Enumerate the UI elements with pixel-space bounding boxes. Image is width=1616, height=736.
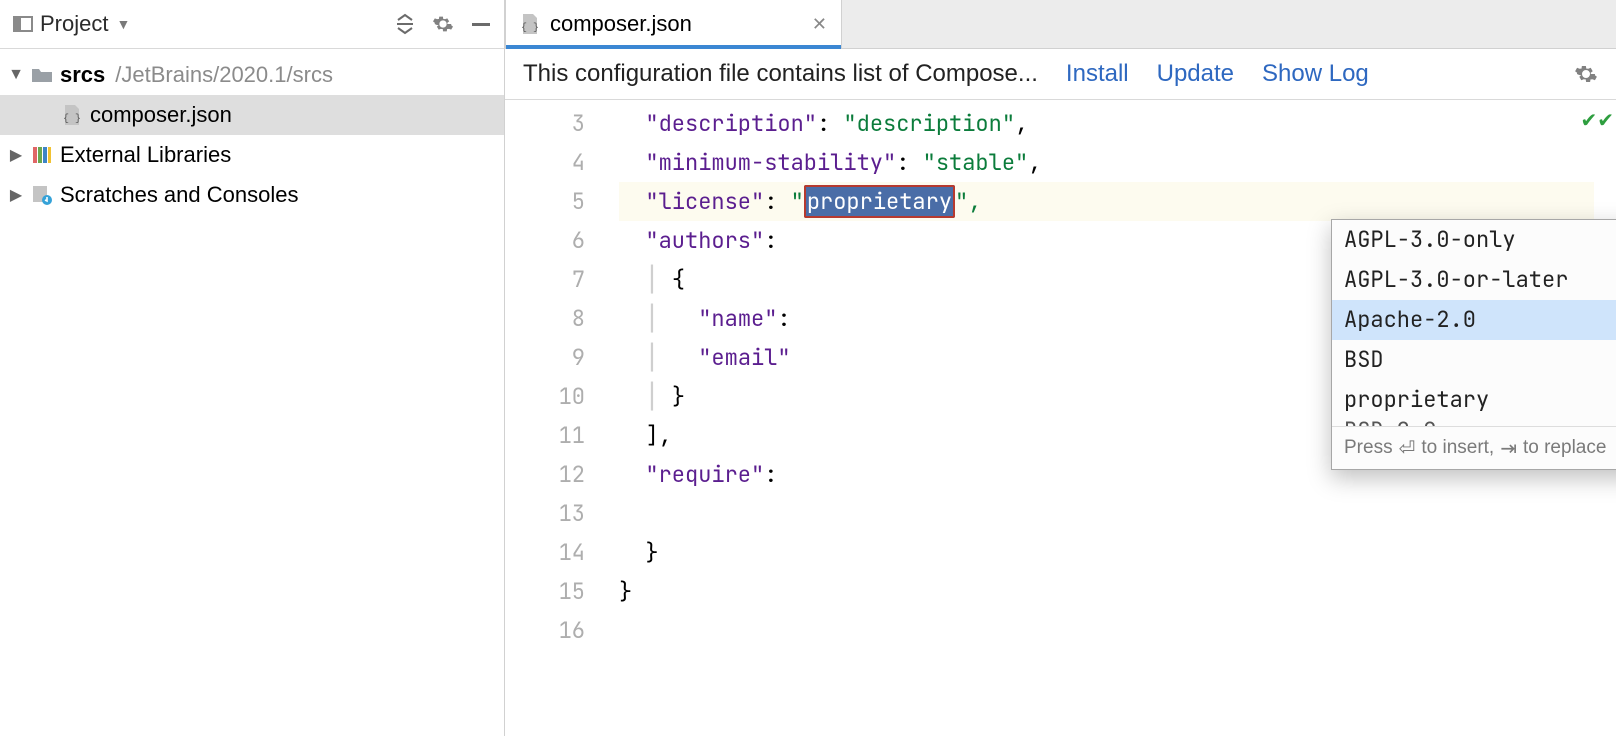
expander-closed-icon[interactable]: ▶ <box>8 185 24 205</box>
line-number[interactable]: 6 <box>505 221 619 260</box>
libraries-icon <box>30 145 54 165</box>
project-dropdown[interactable]: Project ▼ <box>40 11 130 37</box>
tree-node-composer[interactable]: { } composer.json <box>0 95 504 135</box>
line-number[interactable]: 11 <box>505 416 619 455</box>
tree-node-scratches[interactable]: ▶ Scratches and Consoles <box>0 175 504 215</box>
inspection-ok-icon[interactable]: ✔✔ <box>1580 108 1614 133</box>
tab-key-icon: ⇥ <box>1500 436 1517 461</box>
expander-open-icon[interactable]: ▼ <box>8 66 24 84</box>
project-view-icon <box>12 13 34 35</box>
show-log-link[interactable]: Show Log <box>1262 60 1369 88</box>
settings-icon[interactable] <box>1574 62 1598 86</box>
composer-info-bar: This configuration file contains list of… <box>505 49 1616 100</box>
tree-node-srcs[interactable]: ▼ srcs /JetBrains/2020.1/srcs <box>0 55 504 95</box>
update-link[interactable]: Update <box>1157 60 1234 88</box>
project-sidebar: Project ▼ ▼ srcs /JetBrains/2020.1/src <box>0 0 505 736</box>
line-number[interactable]: 9 <box>505 338 619 377</box>
info-message: This configuration file contains list of… <box>523 60 1038 88</box>
json-file-icon: { } <box>520 13 540 35</box>
tab-label: composer.json <box>550 11 692 37</box>
editor-pane: { } composer.json ✕ This configuration f… <box>505 0 1616 736</box>
completion-item[interactable]: BSD-2.0 <box>1332 420 1616 426</box>
close-icon[interactable]: ✕ <box>812 14 827 35</box>
tree-label: composer.json <box>90 102 232 128</box>
settings-icon[interactable] <box>432 13 454 35</box>
tree-path: /JetBrains/2020.1/srcs <box>115 62 333 88</box>
line-number[interactable]: 7 <box>505 260 619 299</box>
completion-item[interactable]: proprietary <box>1332 380 1616 420</box>
line-number[interactable]: 5 <box>505 182 619 221</box>
project-tree[interactable]: ▼ srcs /JetBrains/2020.1/srcs { } compos… <box>0 49 504 215</box>
tree-label: srcs <box>60 62 105 88</box>
svg-text:{ }: { } <box>521 22 539 34</box>
completion-item[interactable]: BSD <box>1332 340 1616 380</box>
selected-license-value: proprietary <box>804 185 955 218</box>
tree-label: External Libraries <box>60 142 231 168</box>
line-number[interactable]: 3 <box>505 104 619 143</box>
json-file-icon: { } <box>60 104 84 126</box>
project-label: Project <box>40 11 108 37</box>
sidebar-header: Project ▼ <box>0 0 504 49</box>
hide-panel-icon[interactable] <box>470 13 492 35</box>
completion-hint: Press ⏎ to insert, ⇥ to replace ⋮ <box>1332 426 1616 469</box>
line-number[interactable]: 8 <box>505 299 619 338</box>
code-completion-popup[interactable]: AGPL-3.0-only AGPL-3.0-or-later Apache-2… <box>1331 219 1616 470</box>
line-number[interactable]: 10 <box>505 377 619 416</box>
folder-icon <box>30 66 54 84</box>
completion-item-selected[interactable]: Apache-2.0 <box>1332 300 1616 340</box>
line-number[interactable]: 15 <box>505 572 619 611</box>
install-link[interactable]: Install <box>1066 60 1129 88</box>
scratches-icon <box>30 185 54 205</box>
tab-bar: { } composer.json ✕ <box>505 0 1616 49</box>
line-number[interactable]: 4 <box>505 143 619 182</box>
tab-composer-json[interactable]: { } composer.json ✕ <box>505 0 842 48</box>
chevron-down-icon: ▼ <box>116 16 130 32</box>
completion-item[interactable]: AGPL-3.0-only <box>1332 220 1616 260</box>
gutter[interactable]: 3 4 5 6 7 8 9 10 11 12 13 14 15 16 <box>505 100 619 736</box>
select-opened-file-icon[interactable] <box>394 13 416 35</box>
tree-label: Scratches and Consoles <box>60 182 298 208</box>
svg-text:{ }: { } <box>63 113 81 125</box>
line-number[interactable]: 12 <box>505 455 619 494</box>
tree-node-external-libraries[interactable]: ▶ External Libraries <box>0 135 504 175</box>
enter-key-icon: ⏎ <box>1399 436 1416 461</box>
completion-item[interactable]: AGPL-3.0-or-later <box>1332 260 1616 300</box>
line-number[interactable]: 13 <box>505 494 619 533</box>
line-number[interactable]: 14 <box>505 533 619 572</box>
expander-closed-icon[interactable]: ▶ <box>8 145 24 165</box>
line-number[interactable]: 16 <box>505 611 619 650</box>
